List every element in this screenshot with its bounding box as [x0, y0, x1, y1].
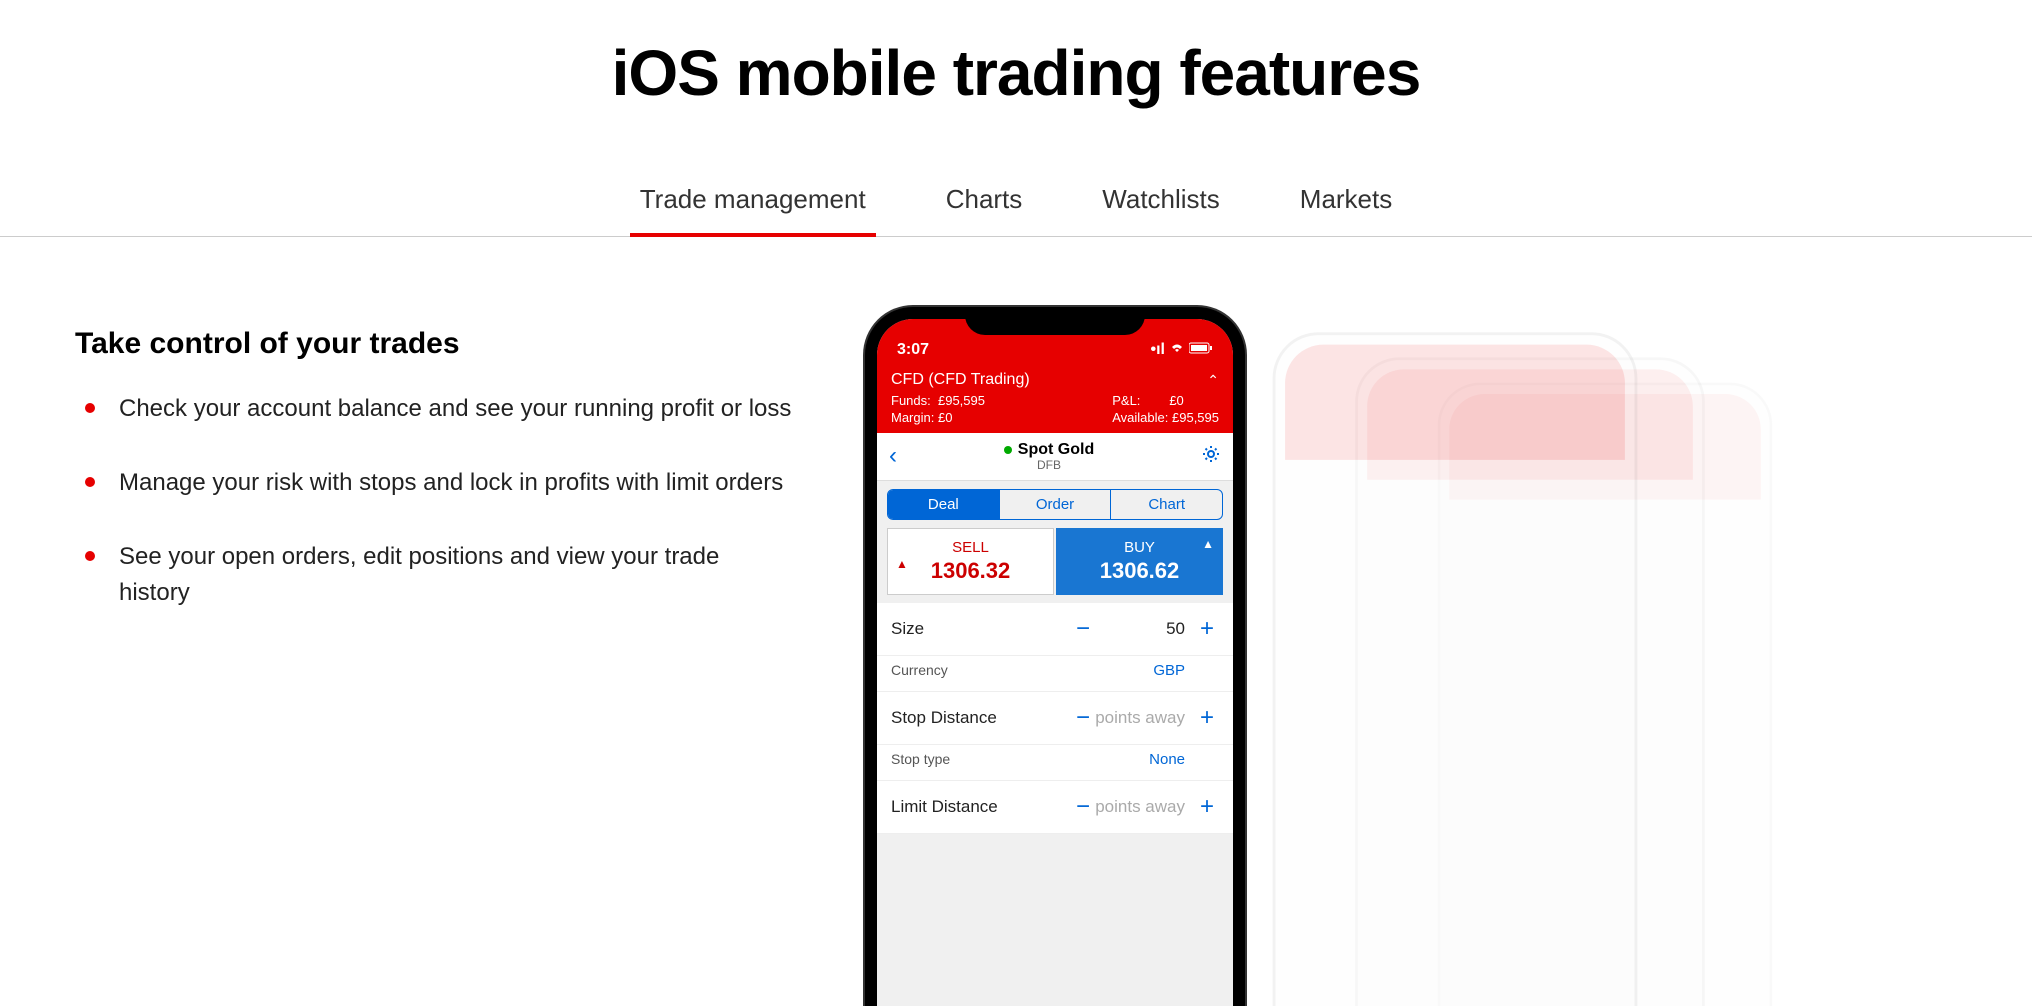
phone-ghost [1273, 332, 1638, 1006]
account-name: CFD (CFD Trading) [891, 371, 1030, 389]
up-triangle-icon: ▲ [1172, 537, 1214, 551]
bullet-item: Manage your risk with stops and lock in … [75, 465, 795, 501]
gear-icon[interactable] [1201, 444, 1221, 469]
size-value[interactable]: 50 [1095, 619, 1195, 639]
status-time: 3:07 [897, 341, 929, 359]
available-stat: Available: £95,595 [1112, 410, 1219, 425]
currency-value[interactable]: GBP [1095, 662, 1195, 679]
limit-value[interactable]: points away [1095, 797, 1195, 817]
limit-increment[interactable]: + [1195, 793, 1219, 821]
phone-ghost [1438, 383, 1772, 1006]
pnl-stat: P&L: £0 [1112, 393, 1219, 408]
tab-watchlists[interactable]: Watchlists [1092, 170, 1230, 237]
buy-price-box[interactable]: ▲ BUY 1306.62 [1056, 528, 1223, 595]
stop-increment[interactable]: + [1195, 704, 1219, 732]
sell-price-box[interactable]: ▲ SELL 1306.32 [887, 528, 1054, 595]
size-increment[interactable]: + [1195, 615, 1219, 643]
limit-decrement[interactable]: − [1071, 793, 1095, 821]
seg-chart[interactable]: Chart [1111, 490, 1222, 519]
status-dot-icon [1004, 446, 1012, 454]
wifi-icon [1169, 341, 1185, 359]
seg-order[interactable]: Order [1000, 490, 1112, 519]
seg-deal[interactable]: Deal [888, 490, 1000, 519]
bullet-list: Check your account balance and see your … [75, 391, 795, 611]
collapse-icon[interactable]: ⌃ [1207, 372, 1219, 389]
currency-row: Currency GBP [877, 656, 1233, 692]
tab-trade-management[interactable]: Trade management [630, 170, 876, 237]
limit-distance-row: Limit Distance − points away + [877, 781, 1233, 834]
back-icon[interactable]: ‹ [889, 442, 897, 470]
size-row: Size − 50 + [877, 603, 1233, 656]
stop-type-row: Stop type None [877, 745, 1233, 781]
phone-mockup: 3:07 •ıl [865, 307, 1245, 1006]
phone-ghost [1355, 357, 1705, 1006]
tab-markets[interactable]: Markets [1290, 170, 1402, 237]
instrument-titlebar: ‹ Spot Gold DFB [877, 433, 1233, 481]
size-decrement[interactable]: − [1071, 615, 1095, 643]
down-triangle-icon: ▲ [896, 537, 908, 571]
margin-stat: Margin: £0 [891, 410, 985, 425]
instrument-sub: DFB [1004, 459, 1094, 472]
funds-stat: Funds: £95,595 [891, 393, 985, 408]
instrument-name: Spot Gold [1004, 441, 1094, 459]
segment-control: Deal Order Chart [887, 489, 1223, 520]
phone-notch [965, 307, 1145, 335]
stop-distance-row: Stop Distance − points away + [877, 692, 1233, 745]
tabs-bar: Trade management Charts Watchlists Marke… [0, 170, 2032, 237]
signal-icon: •ıl [1151, 341, 1166, 359]
battery-icon [1189, 341, 1213, 359]
stop-value[interactable]: points away [1095, 708, 1195, 728]
page-title: iOS mobile trading features [0, 0, 2032, 110]
stop-type-value[interactable]: None [1095, 751, 1195, 768]
stop-decrement[interactable]: − [1071, 704, 1095, 732]
bullet-item: See your open orders, edit positions and… [75, 539, 795, 611]
tab-charts[interactable]: Charts [936, 170, 1033, 237]
account-banner: CFD (CFD Trading) ⌃ Funds: £95,595 Margi… [877, 363, 1233, 433]
bullet-item: Check your account balance and see your … [75, 391, 795, 427]
section-title: Take control of your trades [75, 327, 795, 361]
